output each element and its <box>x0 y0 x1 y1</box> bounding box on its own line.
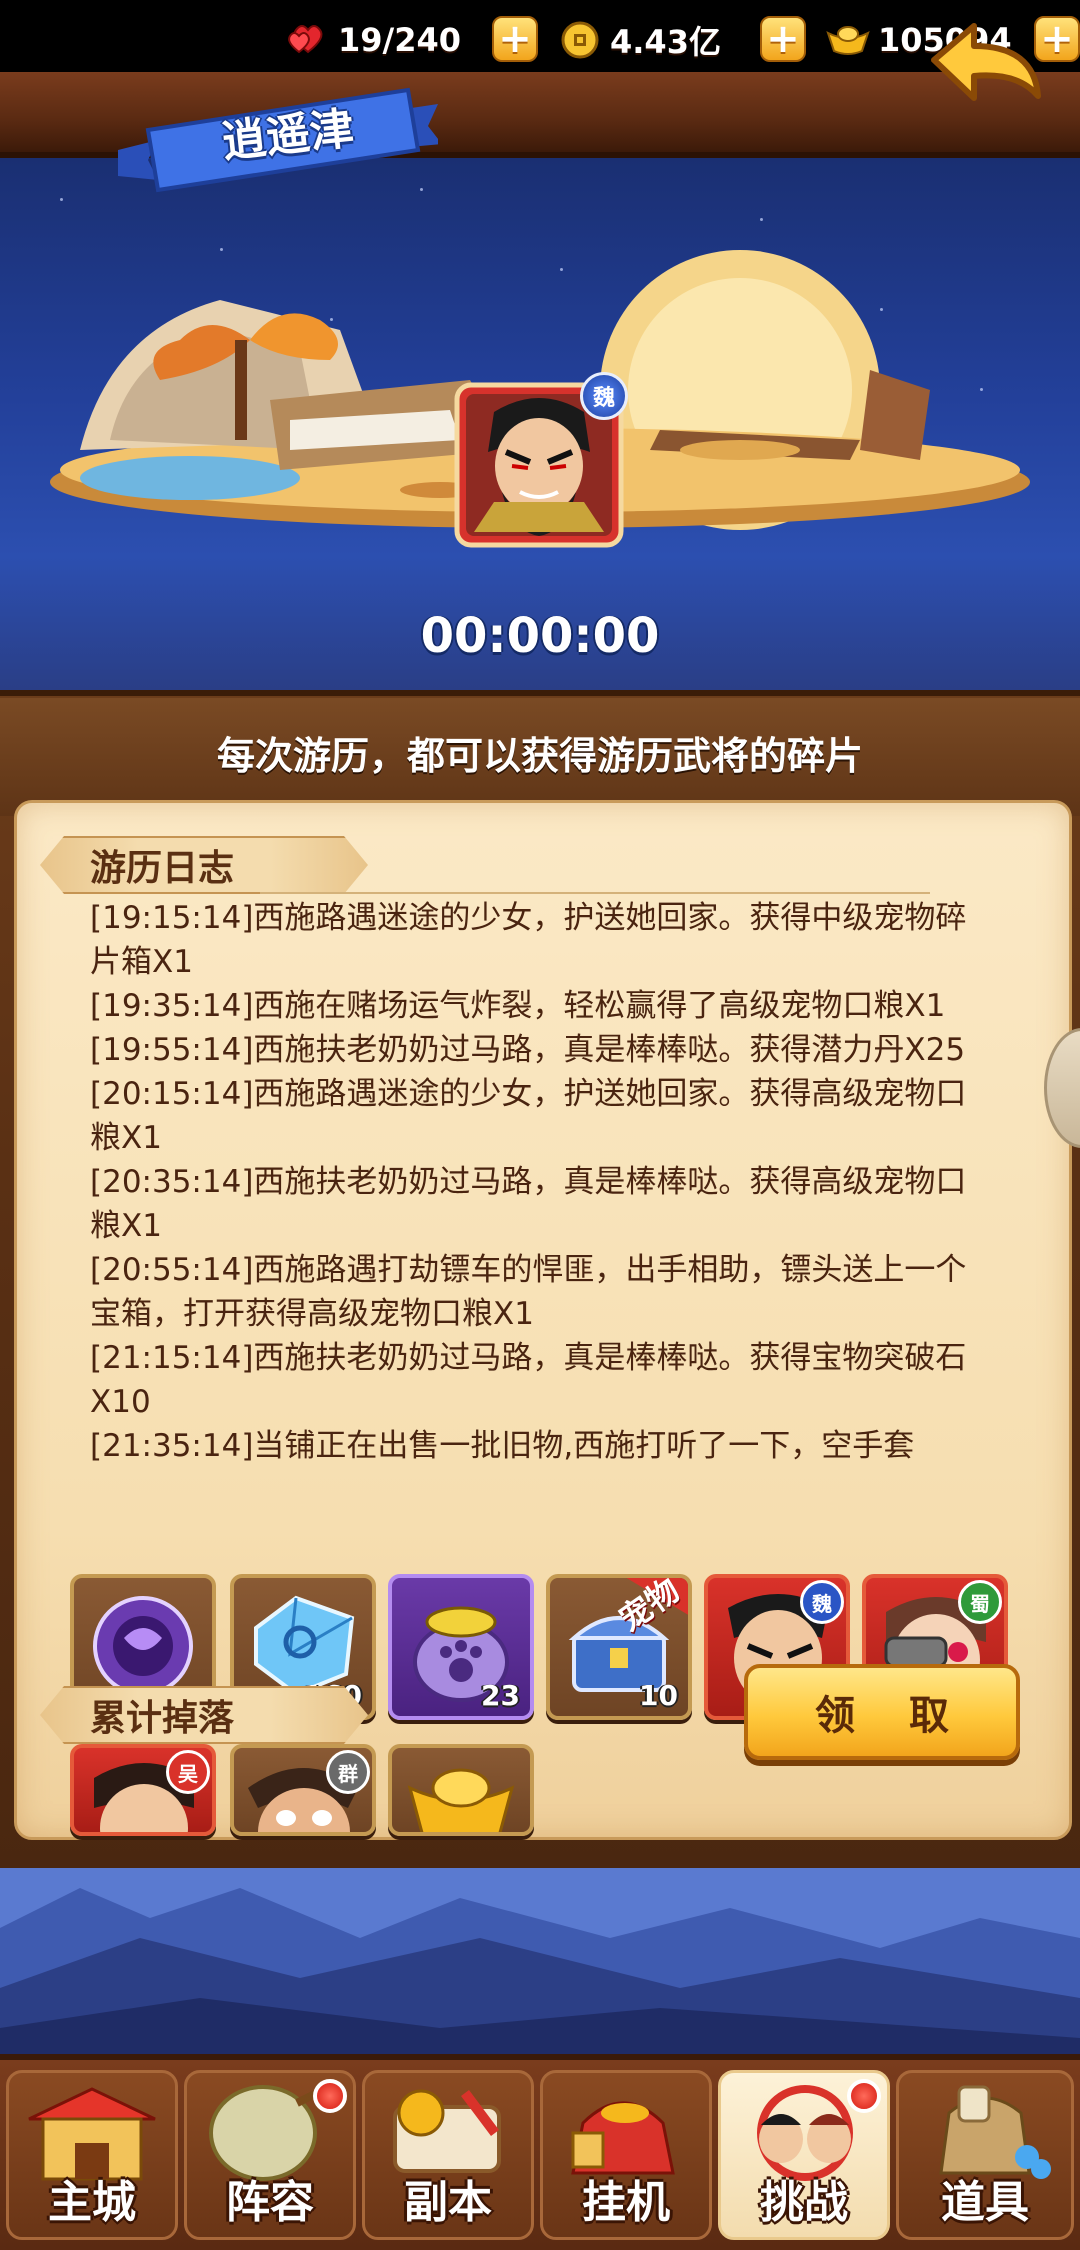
log-entry: [20:35:14]西施扶老奶奶过马路，真是棒棒哒。获得高级宠物口粮X1 <box>90 1164 967 1244</box>
nav-tab-dungeon[interactable]: 副本 <box>362 2070 534 2240</box>
nav-tab-idle[interactable]: 挂机 <box>540 2070 712 2240</box>
add-stamina-button[interactable]: + <box>492 16 538 62</box>
log-entry: [20:15:14]西施路遇迷途的少女，护送她回家。获得高级宠物口粮X1 <box>90 1076 967 1156</box>
notification-dot <box>847 2079 881 2113</box>
drop-item-pet-food-bag[interactable]: 23 <box>388 1574 534 1720</box>
nav-tab-challenge[interactable]: 挑战 <box>718 2070 890 2240</box>
drop-item-pet-chest[interactable]: 宠物 10 <box>546 1574 692 1720</box>
back-arrow-icon[interactable] <box>926 20 1044 120</box>
nav-tab-items[interactable]: 道具 <box>896 2070 1074 2240</box>
faction-badge: 蜀 <box>958 1580 1002 1624</box>
log-entry: [21:15:14]西施扶老奶奶过马路，真是棒棒哒。获得宝物突破石X10 <box>90 1340 967 1420</box>
log-section-tag: 游历日志 <box>40 836 368 894</box>
stamina-counter: 19/240 <box>286 14 461 66</box>
log-entry: [21:35:14]当铺正在出售一批旧物,西施打听了一下，空手套 <box>90 1428 915 1464</box>
drops-section-title: 累计掉落 <box>90 1698 235 1739</box>
expedition-timer: 00:00:00 <box>420 608 660 664</box>
nav-label: 挂机 <box>582 2177 670 2228</box>
coin-counter: 4.43亿 <box>558 14 721 66</box>
item-count: 10 <box>639 1679 678 1712</box>
journey-log-list[interactable]: [19:15:14]西施路遇迷途的少女，护送她回家。获得中级宠物碎片箱X1 [1… <box>90 896 980 1576</box>
claim-button[interactable]: 领 取 <box>744 1664 1020 1760</box>
heart-stamina-icon <box>286 20 330 60</box>
nav-label: 副本 <box>404 2177 492 2228</box>
coin-value: 4.43亿 <box>610 23 721 61</box>
divider <box>260 892 930 894</box>
nav-label: 主城 <box>48 2177 136 2228</box>
faction-badge: 魏 <box>800 1580 844 1624</box>
nav-label: 挑战 <box>760 2177 848 2228</box>
gold-ingot-icon <box>826 20 870 60</box>
drops-section-tag: 累计掉落 <box>40 1686 368 1744</box>
gold-ingot-icon <box>407 1768 515 1832</box>
log-section-title: 游历日志 <box>90 848 235 889</box>
faction-badge: 吴 <box>166 1750 210 1794</box>
copper-coin-icon <box>558 20 602 60</box>
faction-badge: 魏 <box>580 372 628 420</box>
nav-label: 阵容 <box>226 2177 314 2228</box>
nav-tab-lineup[interactable]: 阵容 <box>184 2070 356 2240</box>
panel-subtitle: 每次游历，都可以获得游历武将的碎片 <box>216 734 863 778</box>
log-entry: [19:15:14]西施路遇迷途的少女，护送她回家。获得中级宠物碎片箱X1 <box>90 900 967 980</box>
drop-item-gold-ingot[interactable] <box>388 1744 534 1836</box>
stamina-value: 19/240 <box>338 21 462 59</box>
log-entry: [19:35:14]西施在赌场运气炸裂，轻松赢得了高级宠物口粮X1 <box>90 988 946 1024</box>
nav-tab-main-city[interactable]: 主城 <box>6 2070 178 2240</box>
drop-item-hero-qun[interactable]: 群 <box>230 1744 376 1836</box>
nav-label: 道具 <box>941 2177 1029 2228</box>
log-entry: [20:55:14]西施路遇打劫镖车的悍匪，出手相助，镖头送上一个宝箱，打开获得… <box>90 1252 967 1332</box>
mountain-backdrop <box>0 1868 1080 2054</box>
drop-item-hero-wu[interactable]: 吴 <box>70 1744 216 1836</box>
item-count: 23 <box>481 1679 520 1712</box>
log-entry: [19:55:14]西施扶老奶奶过马路，真是棒棒哒。获得潜力丹X25 <box>90 1032 966 1068</box>
notification-dot <box>313 2079 347 2113</box>
add-coins-button[interactable]: + <box>760 16 806 62</box>
faction-badge: 群 <box>326 1750 370 1794</box>
